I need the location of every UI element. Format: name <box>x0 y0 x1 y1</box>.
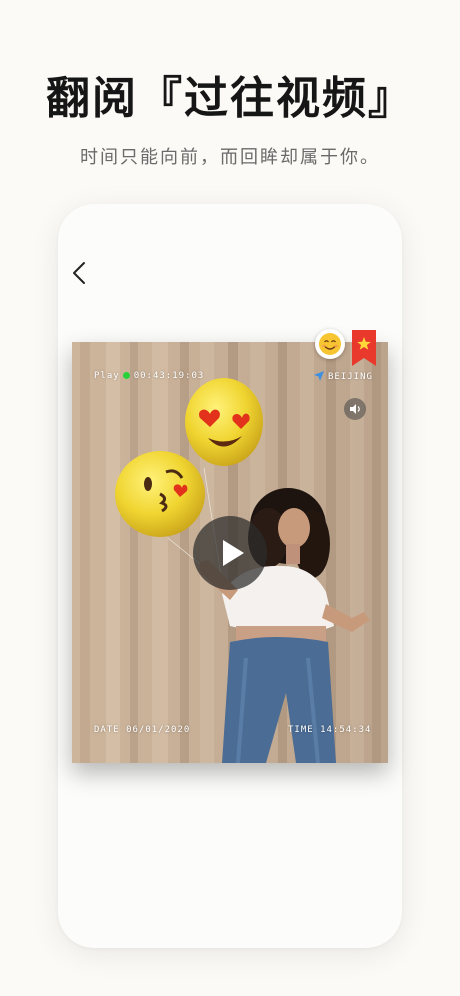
playback-status: Play 00:43:19:03 <box>94 371 204 381</box>
smiley-icon <box>319 333 341 355</box>
favorite-bookmark-button[interactable] <box>352 330 376 366</box>
kissing-face-balloon <box>115 451 205 537</box>
page-subtitle: 时间只能向前，而回眸却属于你。 <box>80 147 380 168</box>
recording-time: TIME 14:54:34 <box>288 725 372 735</box>
emoji-reaction-button[interactable] <box>315 329 345 359</box>
play-label: Play <box>94 371 120 381</box>
recording-date: DATE 06/01/2020 <box>94 725 191 735</box>
video-player[interactable]: Play 00:43:19:03 BEIJING DATE 06/01/2020 … <box>72 342 388 763</box>
mute-button[interactable] <box>344 398 366 420</box>
playback-timecode: 00:43:19:03 <box>133 371 205 381</box>
heart-eyes-balloon <box>185 378 263 466</box>
recording-dot <box>122 372 130 379</box>
play-icon <box>223 540 244 566</box>
location-label: BEIJING <box>314 371 373 382</box>
location-text: BEIJING <box>328 372 373 382</box>
star-bookmark-icon <box>352 330 376 366</box>
chevron-left-icon <box>73 262 85 284</box>
play-button[interactable] <box>193 516 267 590</box>
location-arrow-icon <box>314 371 324 381</box>
back-button[interactable] <box>70 258 94 288</box>
speaker-icon <box>350 404 360 414</box>
page-headline: 翻阅『过往视频』 <box>46 73 414 124</box>
